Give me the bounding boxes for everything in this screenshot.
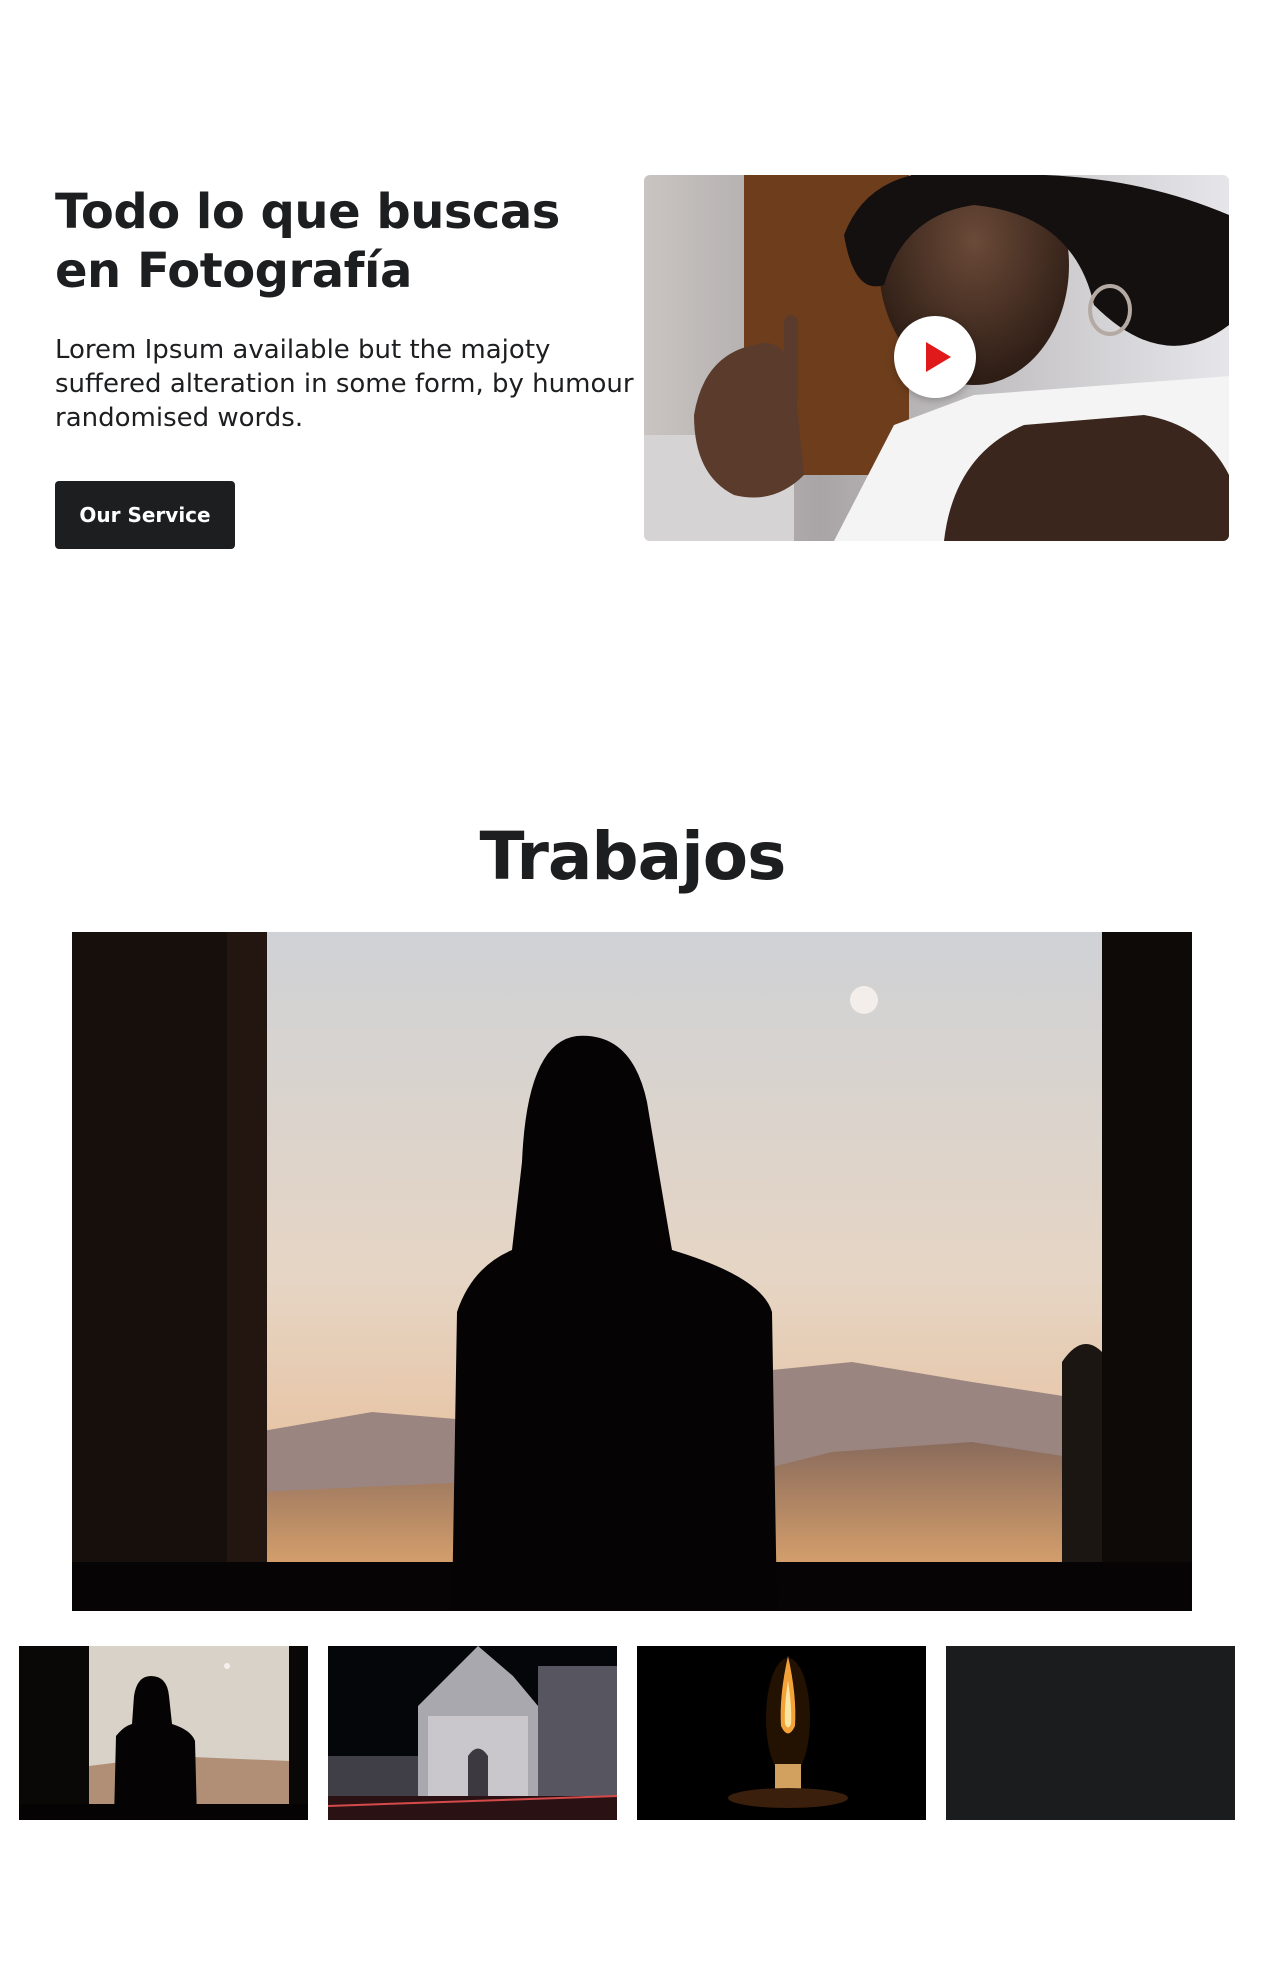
our-service-button[interactable]: Our Service	[55, 481, 235, 549]
play-icon	[926, 342, 951, 372]
hero-title: Todo lo que buscas en Fotografía	[55, 183, 615, 301]
thumbnail-cathedral[interactable]	[328, 1646, 617, 1820]
thumbnail-candle[interactable]	[637, 1646, 926, 1820]
thumbnail-woman-window[interactable]	[19, 1646, 308, 1820]
works-title: Trabajos	[479, 818, 787, 895]
hero-section: Todo lo que buscas en Fotografía Lorem I…	[0, 0, 1280, 700]
play-button[interactable]	[894, 316, 976, 398]
hero-title-line-1: Todo lo que buscas	[55, 184, 560, 240]
featured-work-image	[72, 932, 1192, 1611]
thumbnail-dark-placeholder[interactable]	[946, 1646, 1235, 1820]
hero-description: Lorem Ipsum available but the majoty suf…	[55, 335, 634, 433]
hero-title-line-2: en Fotografía	[55, 243, 412, 299]
